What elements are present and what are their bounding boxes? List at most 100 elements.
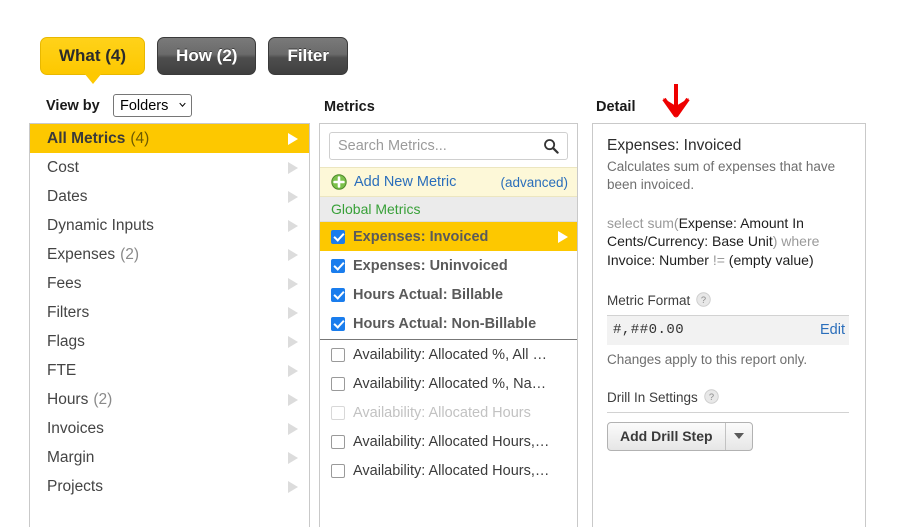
metrics-group-label: Global Metrics <box>331 201 421 217</box>
metric-checkbox[interactable] <box>331 229 345 244</box>
metric-checkbox[interactable] <box>331 463 345 478</box>
folder-label: All Metrics <box>47 129 126 147</box>
detail-column-header: Detail <box>596 99 636 115</box>
metric-label: Availability: Allocated %, All … <box>353 346 547 363</box>
formula-operand-2: Invoice: Number <box>607 252 713 269</box>
add-drill-step-dropdown[interactable] <box>724 422 752 450</box>
metric-label: Availability: Allocated Hours,… <box>353 462 550 479</box>
metric-checkbox <box>331 405 345 420</box>
metric-row[interactable]: Availability: Allocated Hours,… <box>320 456 577 485</box>
folder-row[interactable]: Fees <box>30 269 309 298</box>
metric-checkbox[interactable] <box>331 316 345 331</box>
folder-label: Hours <box>47 390 89 408</box>
metric-format-note: Changes apply to this report only. <box>607 351 808 367</box>
folder-label: Dates <box>47 187 88 205</box>
help-icon[interactable]: ? <box>704 389 719 404</box>
metric-row[interactable]: Expenses: Uninvoiced <box>320 251 577 280</box>
mode-tabbar: What (4) How (2) Filter <box>40 37 348 84</box>
metric-label: Hours Actual: Non-Billable <box>353 315 537 332</box>
tab-filter-label: Filter <box>287 46 329 65</box>
drill-in-section-header: Drill In Settings ? <box>607 389 849 413</box>
metric-row[interactable]: Hours Actual: Billable <box>320 280 577 309</box>
metric-label: Hours Actual: Billable <box>353 286 504 303</box>
folder-row[interactable]: All Metrics (4) <box>30 124 309 153</box>
folder-label: Flags <box>47 332 85 350</box>
tab-filter[interactable]: Filter <box>268 37 348 75</box>
chevron-right-icon <box>288 335 298 348</box>
tab-what[interactable]: What (4) <box>40 37 146 84</box>
metric-format-section-header: Metric Format ? <box>607 292 849 316</box>
chevron-right-icon <box>288 132 298 145</box>
detail-body: Expenses: Invoiced Calculates sum of exp… <box>593 124 865 451</box>
folder-count: (4) <box>130 129 150 147</box>
svg-text:?: ? <box>701 295 706 305</box>
search-input[interactable] <box>329 132 568 160</box>
folder-row[interactable]: Filters <box>30 298 309 327</box>
add-drill-step-button[interactable]: Add Drill Step <box>607 421 753 451</box>
folder-row[interactable]: Dynamic Inputs <box>30 211 309 240</box>
folder-row[interactable]: Projects <box>30 472 309 501</box>
search-container <box>320 124 577 167</box>
metric-label: Availability: Allocated Hours <box>353 404 531 421</box>
metric-row[interactable]: Hours Actual: Non-Billable <box>320 309 577 338</box>
report-builder-screen: What (4) How (2) Filter View by Folders … <box>0 0 902 527</box>
chevron-right-icon <box>288 422 298 435</box>
folder-row[interactable]: Flags <box>30 327 309 356</box>
view-by-label: View by <box>46 98 100 114</box>
folder-label: Fees <box>47 274 82 292</box>
folder-row[interactable]: Cost <box>30 153 309 182</box>
tab-what-label: What (4) <box>59 46 127 65</box>
add-drill-step-label: Add Drill Step <box>620 428 713 445</box>
metric-checkbox[interactable] <box>331 258 345 273</box>
folder-row[interactable]: FTE <box>30 356 309 385</box>
metric-formula: select sum(Expense: Amount In Cents/Curr… <box>607 214 849 270</box>
formula-operator: != <box>712 252 729 269</box>
red-down-arrow-annotation <box>662 84 690 118</box>
folder-label: Expenses <box>47 245 116 263</box>
metric-row[interactable]: Availability: Allocated %, Na… <box>320 369 577 398</box>
search-icon[interactable] <box>543 138 559 154</box>
add-new-metric-label[interactable]: Add New Metric <box>354 174 456 190</box>
chevron-right-icon <box>288 248 298 261</box>
metric-format-value: #,##0.00 <box>613 322 685 339</box>
folders-panel: All Metrics (4) Cost Dates Dynamic Input… <box>29 123 310 527</box>
plus-circle-icon <box>331 174 347 190</box>
metric-row[interactable]: Availability: Allocated Hours,… <box>320 427 577 456</box>
detail-description: Calculates sum of expenses that have bee… <box>607 159 836 192</box>
chevron-right-icon <box>288 306 298 319</box>
tab-how[interactable]: How (2) <box>157 37 257 75</box>
folder-row[interactable]: Expenses (2) <box>30 240 309 269</box>
folder-label: Invoices <box>47 419 104 437</box>
formula-keyword-where: ) where <box>772 233 820 250</box>
folder-row[interactable]: Margin <box>30 443 309 472</box>
chevron-right-icon <box>288 277 298 290</box>
chevron-right-icon <box>288 161 298 174</box>
tab-how-label: How (2) <box>176 46 238 65</box>
metric-format-row: #,##0.00 Edit <box>607 315 849 345</box>
add-new-metric-row[interactable]: Add New Metric (advanced) <box>320 167 577 197</box>
folder-row[interactable]: Invoices <box>30 414 309 443</box>
view-by-select[interactable]: Folders <box>113 94 192 117</box>
metric-row[interactable]: Expenses: Invoiced <box>320 222 577 251</box>
svg-text:?: ? <box>709 392 714 402</box>
metric-row: Availability: Allocated Hours <box>320 398 577 427</box>
folder-row[interactable]: Dates <box>30 182 309 211</box>
edit-format-link[interactable]: Edit <box>820 322 845 338</box>
metric-checkbox[interactable] <box>331 376 345 391</box>
metric-checkbox[interactable] <box>331 347 345 362</box>
formula-keyword-select: select sum( <box>607 214 679 231</box>
metric-label: Expenses: Uninvoiced <box>353 257 508 274</box>
metric-checkbox[interactable] <box>331 434 345 449</box>
folder-label: Dynamic Inputs <box>47 216 154 234</box>
tab-what-pointer <box>83 73 102 84</box>
folder-count: (2) <box>120 245 140 263</box>
metric-row[interactable]: Availability: Allocated %, All … <box>320 340 577 369</box>
folder-row[interactable]: Hours (2) <box>30 385 309 414</box>
help-icon[interactable]: ? <box>696 292 711 307</box>
folder-count: (2) <box>93 390 113 408</box>
metric-checkbox[interactable] <box>331 287 345 302</box>
detail-title: Expenses: Invoiced <box>607 137 742 154</box>
advanced-link[interactable]: (advanced) <box>500 175 568 190</box>
chevron-right-icon <box>288 219 298 232</box>
folder-label: Filters <box>47 303 90 321</box>
